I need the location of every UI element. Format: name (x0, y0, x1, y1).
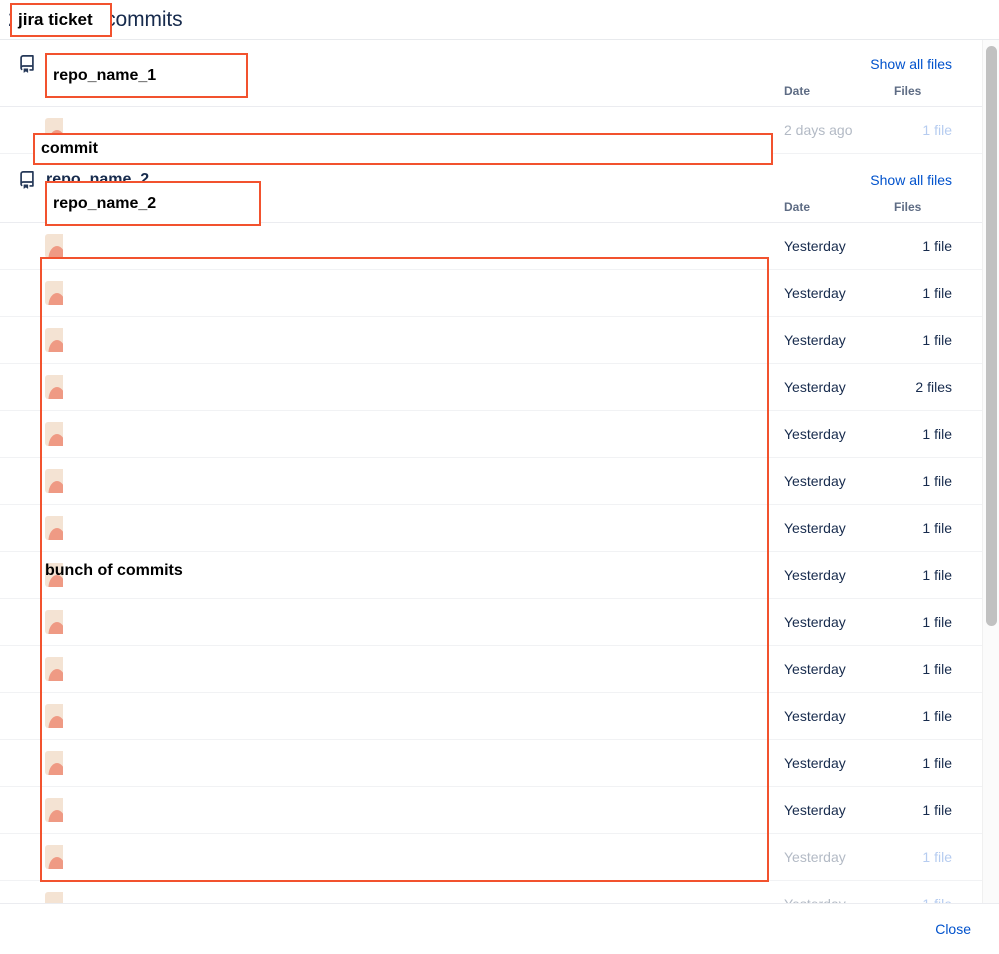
column-header-date: Date (784, 194, 894, 223)
annotation-label: jira ticket (18, 10, 93, 29)
commit-date-cell: Yesterday (784, 739, 894, 787)
column-header-files: Files (894, 78, 982, 107)
commit-date-cell: Yesterday (784, 645, 894, 693)
commit-date-cell: Yesterday (784, 692, 894, 740)
commit-date-cell: Yesterday (784, 786, 894, 834)
annotation-label: bunch of commits (45, 562, 183, 579)
show-all-files-link[interactable]: Show all files (870, 172, 952, 188)
modal-footer: Close (0, 904, 999, 954)
annotation-label: commit (41, 140, 98, 157)
commit-date-cell: Yesterday (784, 363, 894, 411)
commit-files-link[interactable]: 1 file (894, 880, 982, 903)
column-header-message: Message (162, 78, 784, 107)
commit-files-link[interactable]: 1 file (894, 222, 982, 270)
annotation-jira-ticket: jira ticket (10, 3, 112, 37)
avatar (45, 892, 63, 903)
commit-date-cell: Yesterday (784, 504, 894, 552)
commit-files-link[interactable]: 1 file (894, 692, 982, 740)
commit-date-cell: Yesterday (784, 222, 894, 270)
commit-files-link[interactable]: 1 file (894, 457, 982, 505)
column-header-files: Files (894, 194, 982, 223)
annotation-repo-name-2: repo_name_2 (45, 181, 261, 226)
commit-files-link[interactable]: 1 file (894, 410, 982, 458)
scrollbar-thumb[interactable] (986, 46, 997, 626)
commit-files-link[interactable]: 1 file (894, 504, 982, 552)
commit-files-link[interactable]: 1 file (894, 106, 982, 154)
annotation-repo-name-1: repo_name_1 (45, 53, 248, 98)
commit-date-cell: Yesterday (784, 833, 894, 881)
avatar (45, 234, 63, 258)
commit-files-link[interactable]: 1 file (894, 269, 982, 317)
annotation-label: repo_name_1 (53, 66, 157, 84)
annotation-label: repo_name_2 (53, 194, 157, 212)
commit-date-cell: 2 days ago (784, 106, 894, 154)
commit-date-cell: Yesterday (784, 410, 894, 458)
commit-files-link[interactable]: 1 file (894, 645, 982, 693)
commit-message-cell (162, 880, 784, 903)
repo-icon (16, 53, 38, 75)
commit-date-cell: Yesterday (784, 551, 894, 599)
commit-sha-cell[interactable] (63, 880, 162, 903)
column-header-date: Date (784, 78, 894, 107)
annotation-bunch-of-commits: bunch of commits (40, 257, 769, 882)
commit-files-link[interactable]: 1 file (894, 833, 982, 881)
commit-date-cell: Yesterday (784, 457, 894, 505)
commit-date-cell: Yesterday (784, 880, 894, 903)
commit-files-link[interactable]: 1 file (894, 739, 982, 787)
commits-modal: 26 unique commits repo_name_1 Show all fi… (0, 0, 999, 954)
commit-date-cell: Yesterday (784, 269, 894, 317)
close-button[interactable]: Close (935, 921, 971, 937)
show-all-files-link[interactable]: Show all files (870, 56, 952, 72)
modal-header: 26 unique commits (0, 0, 999, 40)
commit-files-link[interactable]: 1 file (894, 786, 982, 834)
commit-date-cell: Yesterday (784, 316, 894, 364)
commit-files-link[interactable]: 1 file (894, 551, 982, 599)
repo-icon (16, 169, 38, 191)
commit-author-cell (0, 880, 63, 903)
annotation-commit: commit (33, 133, 773, 165)
commit-files-link[interactable]: 1 file (894, 598, 982, 646)
commit-files-link[interactable]: 2 files (894, 363, 982, 411)
commit-files-link[interactable]: 1 file (894, 316, 982, 364)
vertical-scrollbar[interactable] (982, 40, 999, 903)
commit-date-cell: Yesterday (784, 598, 894, 646)
table-row[interactable]: Yesterday1 file (0, 880, 982, 903)
